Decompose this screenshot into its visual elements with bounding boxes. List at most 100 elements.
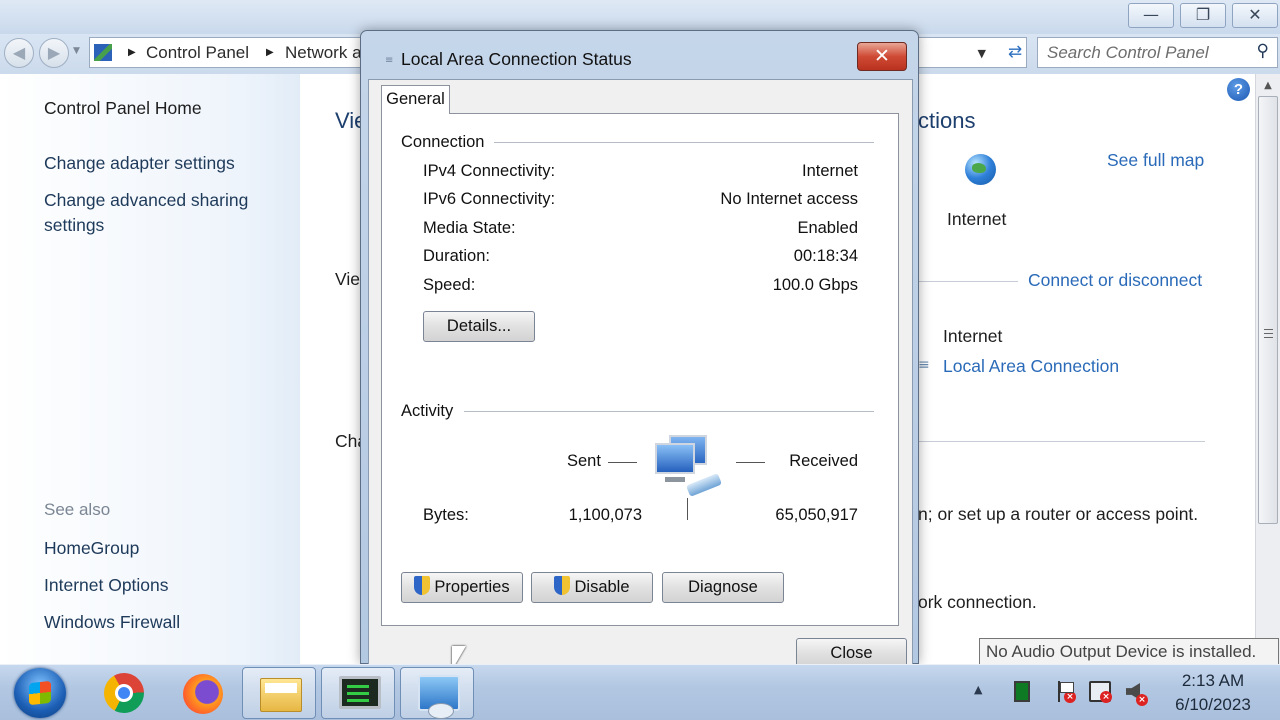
details-button[interactable]: Details... <box>423 311 535 342</box>
scroll-thumb[interactable] <box>1258 96 1278 524</box>
media-state-value: Enabled <box>797 219 858 237</box>
network-tray-icon[interactable]: × <box>1089 681 1112 703</box>
volume-error-badge-icon: × <box>1136 694 1148 706</box>
forward-button[interactable]: ▶ <box>39 38 69 68</box>
control-panel-icon <box>418 675 460 719</box>
bytes-label: Bytes: <box>423 506 469 524</box>
maximize-button[interactable]: ❐ <box>1180 3 1226 28</box>
view-networks-heading: Vie <box>335 269 360 289</box>
scroll-up-icon[interactable]: ▲ <box>1256 80 1280 91</box>
taskbar-firefox[interactable] <box>163 667 237 719</box>
help-icon[interactable]: ? <box>1227 78 1250 101</box>
setup-connection-description: n; or set up a router or access point. <box>918 504 1199 524</box>
uac-shield-icon <box>414 576 431 595</box>
taskbar-terminal[interactable] <box>321 667 395 719</box>
sidebar-item-advanced-sharing-cont[interactable]: settings <box>44 213 104 238</box>
dialog-title: Local Area Connection Status <box>401 49 632 69</box>
bytes-sent-value: 1,100,073 <box>568 506 642 524</box>
properties-button-label: Properties <box>434 578 510 596</box>
sent-line <box>608 462 637 463</box>
sidebar-item-internet-options[interactable]: Internet Options <box>44 573 169 598</box>
taskbar-file-explorer[interactable] <box>242 667 316 719</box>
bytes-received-value: 65,050,917 <box>775 506 858 524</box>
control-panel-icon <box>94 44 112 61</box>
access-type-value: Internet <box>943 326 1003 346</box>
internet-label: Internet <box>947 209 1007 229</box>
activity-group-label: Activity <box>401 402 460 421</box>
sidebar-item-windows-firewall[interactable]: Windows Firewall <box>44 610 180 635</box>
terminal-icon <box>339 676 381 709</box>
general-tab-panel: Connection IPv4 Connectivity: Internet I… <box>381 113 899 626</box>
breadcrumb-separator-icon[interactable]: ▶ <box>266 47 274 58</box>
diagnose-button[interactable]: Diagnose <box>662 572 784 603</box>
duration-value: 00:18:34 <box>793 247 858 265</box>
network-activity-computer-icon <box>655 435 723 497</box>
media-state-label: Media State: <box>423 219 516 237</box>
ipv4-value: Internet <box>802 162 858 180</box>
page-title-right: ctions <box>918 108 976 133</box>
sidebar: Control Panel Home Change adapter settin… <box>0 74 300 664</box>
received-line <box>736 462 765 463</box>
recent-pages-dropdown[interactable]: ▼ <box>73 46 80 56</box>
duration-label: Duration: <box>423 247 490 265</box>
folder-icon <box>260 678 302 712</box>
window-titlebar: — ❐ ✕ <box>0 0 1280 34</box>
ipv4-label: IPv4 Connectivity: <box>423 162 556 180</box>
disable-button[interactable]: Disable <box>531 572 653 603</box>
see-also-heading: See also <box>44 500 111 519</box>
sidebar-item-change-adapter[interactable]: Change adapter settings <box>44 151 235 176</box>
received-label: Received <box>789 452 858 470</box>
network-cable-icon: ≡ <box>918 357 930 373</box>
address-dropdown-icon[interactable]: ▼ <box>978 47 986 60</box>
dialog-body: General Connection IPv4 Connectivity: In… <box>368 79 913 668</box>
dialog-close-x-button[interactable]: ✕ <box>857 42 907 71</box>
connect-or-disconnect-link[interactable]: Connect or disconnect <box>1028 270 1202 291</box>
uac-shield-icon <box>554 576 571 595</box>
back-button[interactable]: ◀ <box>4 38 34 68</box>
connect-network-description: ork connection. <box>918 592 1037 612</box>
local-area-connection-link[interactable]: Local Area Connection <box>943 356 1119 377</box>
sent-label: Sent <box>567 452 601 470</box>
audio-tooltip: No Audio Output Device is installed. <box>979 638 1279 666</box>
clock-date: 6/10/2023 <box>1175 695 1251 714</box>
sidebar-home-link[interactable]: Control Panel Home <box>44 96 202 121</box>
breadcrumb-separator-icon[interactable]: ▶ <box>128 47 136 58</box>
show-hidden-icons-button[interactable]: ▲ <box>974 683 982 696</box>
divider <box>918 441 1205 442</box>
close-window-button[interactable]: ✕ <box>1232 3 1278 28</box>
minimize-button[interactable]: — <box>1128 3 1174 28</box>
action-center-flag-icon[interactable]: × <box>1056 681 1076 703</box>
speed-value: 100.0 Gbps <box>772 276 858 294</box>
taskbar-chrome[interactable] <box>84 667 158 719</box>
connection-group-label: Connection <box>401 133 491 152</box>
taskbar-control-panel[interactable] <box>400 667 474 719</box>
error-badge-icon: × <box>1064 691 1076 703</box>
battery-icon[interactable] <box>1014 681 1030 702</box>
start-button[interactable] <box>14 668 66 718</box>
search-input[interactable] <box>1047 41 1247 64</box>
firefox-icon <box>183 674 223 714</box>
clock-time: 2:13 AM <box>1181 671 1245 690</box>
search-box[interactable]: ⚲ <box>1037 37 1278 68</box>
internet-globe-icon[interactable] <box>965 154 996 185</box>
speed-label: Speed: <box>423 276 476 294</box>
properties-button[interactable]: Properties <box>401 572 523 603</box>
divider <box>918 281 1018 282</box>
network-connection-icon: ≡ <box>385 55 394 66</box>
divider <box>494 142 874 143</box>
sidebar-item-homegroup[interactable]: HomeGroup <box>44 536 139 561</box>
vertical-scrollbar[interactable]: ▲ <box>1255 74 1280 664</box>
error-badge-icon: × <box>1100 691 1112 703</box>
chrome-icon <box>104 673 144 713</box>
see-full-map-link[interactable]: See full map <box>1107 150 1204 171</box>
sidebar-item-advanced-sharing[interactable]: Change advanced sharing <box>44 188 248 213</box>
breadcrumb-network[interactable]: Network a <box>285 43 362 63</box>
refresh-icon[interactable]: ⇄ <box>1000 37 1030 68</box>
search-icon[interactable]: ⚲ <box>1257 41 1269 61</box>
ipv6-label: IPv6 Connectivity: <box>423 190 556 208</box>
clock[interactable]: 2:13 AM 6/10/2023 <box>1160 669 1266 717</box>
divider <box>464 411 874 412</box>
local-area-connection-status-dialog: ≡ Local Area Connection Status ✕ General… <box>360 30 919 668</box>
tab-general[interactable]: General <box>381 85 450 114</box>
breadcrumb-control-panel[interactable]: Control Panel <box>146 43 249 63</box>
